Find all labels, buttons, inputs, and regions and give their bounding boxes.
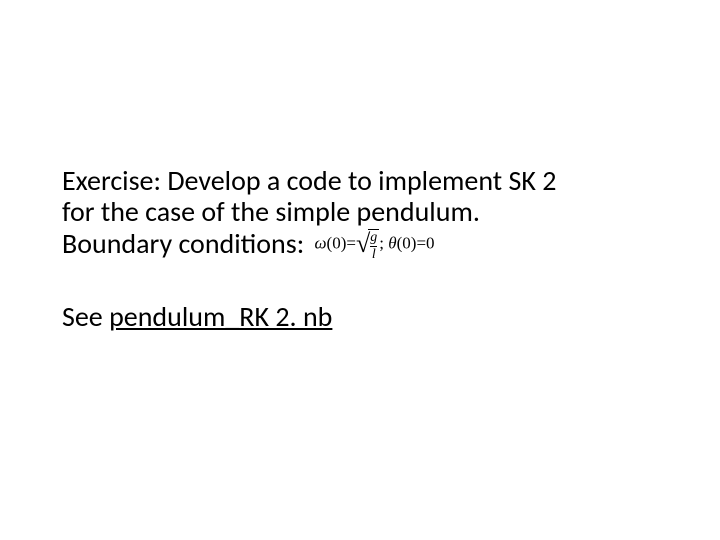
- eq-zero-2: 0: [402, 233, 411, 252]
- exercise-paragraph: Exercise: Develop a code to implement SK…: [62, 165, 658, 263]
- eq-equals-2: =: [416, 233, 426, 252]
- eq-equals-1: =: [346, 233, 356, 252]
- exercise-line-2: for the case of the simple pendulum.: [62, 194, 480, 229]
- eq-omega: ω: [315, 233, 327, 252]
- eq-sqrt: √gl: [356, 229, 379, 262]
- see-line: See pendulum_RK 2. nb: [62, 299, 658, 334]
- exercise-line-3-prefix: Boundary conditions:: [62, 226, 304, 261]
- eq-frac-top: g: [370, 231, 377, 245]
- slide: Exercise: Develop a code to implement SK…: [0, 0, 720, 540]
- eq-zero-3: 0: [426, 233, 435, 252]
- boundary-conditions-equation: ω(0)=√gl; θ(0)=0: [315, 228, 435, 261]
- see-filename-link[interactable]: pendulum_RK 2. nb: [109, 299, 332, 334]
- exercise-line-1: Exercise: Develop a code to implement SK…: [62, 163, 556, 198]
- eq-frac-bot: l: [372, 248, 376, 262]
- eq-theta: θ: [388, 233, 396, 252]
- eq-separator: ;: [379, 233, 384, 252]
- eq-zero-1: 0: [332, 233, 341, 252]
- see-prefix: See: [62, 299, 109, 334]
